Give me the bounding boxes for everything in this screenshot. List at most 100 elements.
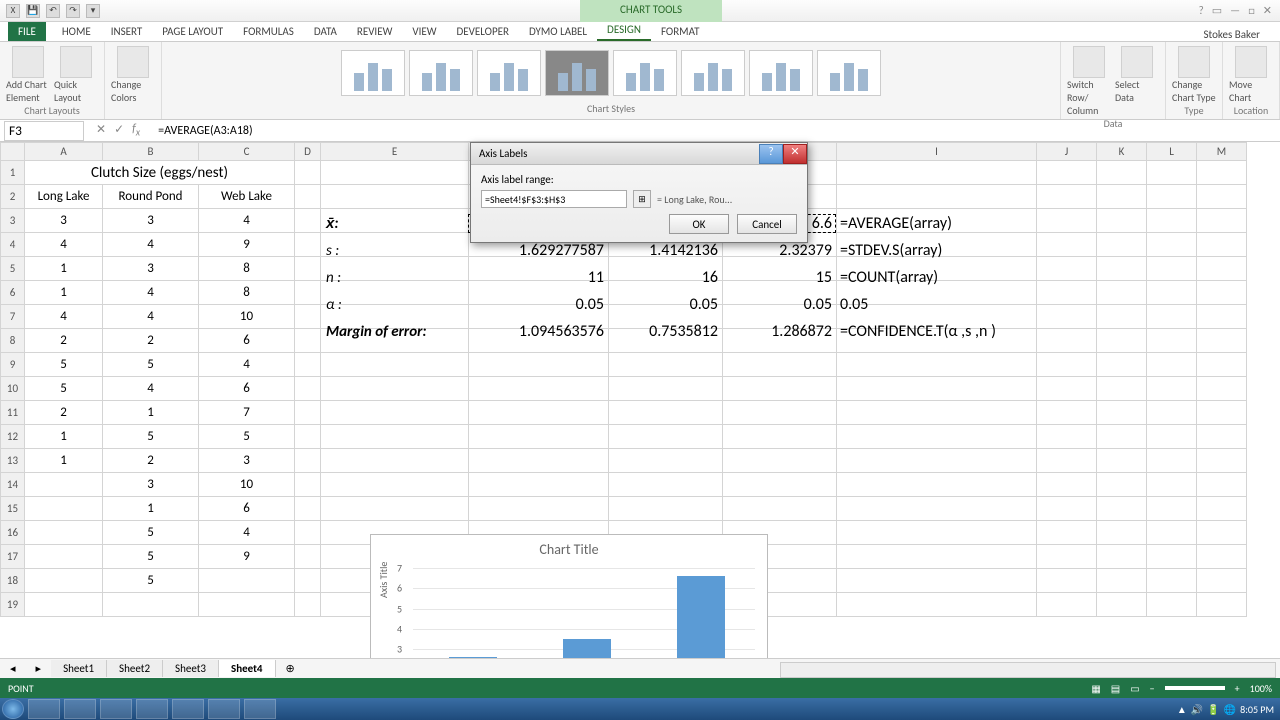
switch-row-column-button[interactable]: Switch Row/ Column — [1067, 46, 1111, 117]
taskbar-firefox-icon[interactable] — [100, 699, 132, 719]
cell[interactable]: 15 — [722, 268, 836, 287]
cell[interactable]: 5 — [103, 353, 199, 377]
cell[interactable]: 1 — [25, 425, 103, 449]
cell[interactable]: 4 — [103, 281, 199, 305]
minimize-icon[interactable]: — — [1230, 4, 1240, 17]
quick-layout-button[interactable]: Quick Layout — [54, 46, 98, 104]
row-header[interactable]: 17 — [1, 545, 25, 569]
tab-format[interactable]: FORMAT — [651, 22, 709, 41]
chart-style-thumb[interactable] — [681, 50, 745, 96]
cell[interactable]: 5 — [103, 569, 199, 593]
cancel-button[interactable]: Cancel — [737, 214, 797, 234]
tab-file[interactable]: FILE — [8, 22, 46, 41]
col-header[interactable]: J — [1037, 143, 1097, 161]
cell[interactable]: 4 — [199, 209, 295, 233]
cell[interactable]: 5 — [103, 521, 199, 545]
sheet-tab[interactable]: Sheet3 — [163, 660, 219, 677]
row-header[interactable]: 1 — [1, 161, 25, 185]
tab-scroll-left-icon[interactable]: ◂ — [0, 662, 26, 675]
tab-design[interactable]: DESIGN — [597, 20, 651, 41]
col-header[interactable]: I — [837, 143, 1037, 161]
cell[interactable]: 2 — [25, 401, 103, 425]
cell[interactable]: 7 — [199, 401, 295, 425]
cell[interactable]: 4 — [103, 377, 199, 401]
cell[interactable]: Web Lake — [199, 185, 295, 209]
row-header[interactable]: 7 — [1, 305, 25, 329]
tray-icon[interactable]: 🔊 — [1191, 703, 1203, 716]
row-header[interactable]: 16 — [1, 521, 25, 545]
cell[interactable]: 5 — [103, 425, 199, 449]
view-normal-icon[interactable]: ▦ — [1091, 682, 1100, 695]
cell[interactable]: =STDEV.S(array) — [836, 241, 1036, 260]
cell[interactable]: 0.05 — [468, 295, 608, 314]
taskbar-app-icon[interactable] — [172, 699, 204, 719]
cell[interactable] — [199, 569, 295, 593]
cell[interactable]: 1.629277587 — [468, 241, 608, 260]
cell[interactable]: 3 — [199, 449, 295, 473]
zoom-in-button[interactable]: + — [1235, 682, 1240, 695]
sheet-tab[interactable]: Sheet4 — [219, 660, 276, 677]
chart-styles-gallery[interactable] — [337, 46, 885, 100]
ribbon-options-icon[interactable]: ▭ — [1212, 4, 1222, 17]
taskbar-app-icon[interactable] — [244, 699, 276, 719]
tab-page-layout[interactable]: PAGE LAYOUT — [152, 22, 233, 41]
cell[interactable]: 10 — [199, 305, 295, 329]
cell[interactable]: 1 — [25, 257, 103, 281]
y-axis-title[interactable]: Axis Title — [377, 562, 390, 598]
maximize-icon[interactable]: □ — [1248, 4, 1255, 17]
cell[interactable]: 8 — [199, 257, 295, 281]
tray-icon[interactable]: 🔋 — [1207, 703, 1219, 716]
select-all-corner[interactable] — [1, 143, 25, 161]
move-chart-button[interactable]: Move Chart — [1229, 46, 1273, 104]
cell[interactable]: =AVERAGE(array) — [836, 214, 1036, 233]
row-header[interactable]: 4 — [1, 233, 25, 257]
taskbar-excel-icon[interactable] — [208, 699, 240, 719]
tab-formulas[interactable]: FORMULAS — [233, 22, 304, 41]
cell[interactable]: 1.094563576 — [468, 322, 608, 341]
cell[interactable]: 6 — [199, 329, 295, 353]
cell[interactable]: 11 — [468, 268, 608, 287]
cell[interactable]: 16 — [608, 268, 722, 287]
cell[interactable]: 10 — [199, 473, 295, 497]
col-header[interactable]: D — [295, 143, 321, 161]
view-page-break-icon[interactable]: ▭ — [1130, 682, 1139, 695]
cell[interactable]: 4 — [25, 233, 103, 257]
taskbar-media-icon[interactable] — [136, 699, 168, 719]
cell[interactable]: 5 — [199, 425, 295, 449]
cell[interactable]: 2 — [25, 329, 103, 353]
cell[interactable]: 4 — [103, 305, 199, 329]
save-icon[interactable]: 💾 — [26, 4, 40, 18]
cell[interactable]: 2.32379 — [722, 241, 836, 260]
sheet-tab[interactable]: Sheet1 — [51, 660, 107, 677]
cell[interactable]: =COUNT(array) — [836, 268, 1036, 287]
chart-style-thumb[interactable] — [613, 50, 677, 96]
zoom-slider[interactable] — [1165, 686, 1225, 690]
cell[interactable]: 3 — [25, 209, 103, 233]
tab-dymo[interactable]: DYMO Label — [519, 22, 597, 41]
cell[interactable]: 4 — [199, 521, 295, 545]
row-header[interactable]: 5 — [1, 257, 25, 281]
name-box[interactable] — [4, 121, 84, 141]
cell[interactable]: 0.05 — [722, 295, 836, 314]
cell[interactable]: 5 — [103, 545, 199, 569]
chart-style-thumb[interactable] — [817, 50, 881, 96]
cell[interactable]: 0.7535812 — [608, 322, 722, 341]
cell[interactable]: Clutch Size (eggs/nest) — [25, 161, 295, 185]
system-clock[interactable]: 8:05 PM — [1240, 703, 1274, 716]
row-header[interactable]: 6 — [1, 281, 25, 305]
chart-title[interactable]: Chart Title — [371, 535, 767, 558]
tab-data[interactable]: DATA — [304, 22, 347, 41]
cell[interactable]: 9 — [199, 545, 295, 569]
embedded-chart[interactable]: Chart Title Axis Title 01234567Long Lake… — [370, 534, 768, 662]
zoom-level[interactable]: 100% — [1250, 682, 1272, 695]
cell[interactable]: 4 — [103, 233, 199, 257]
cell[interactable] — [25, 569, 103, 593]
cell[interactable]: 4 — [25, 305, 103, 329]
cell[interactable]: Long Lake — [25, 185, 103, 209]
view-page-layout-icon[interactable]: ▤ — [1111, 682, 1120, 695]
formula-input[interactable]: =AVERAGE(A3:A18) — [152, 124, 1280, 138]
taskbar-explorer-icon[interactable] — [64, 699, 96, 719]
tab-review[interactable]: REVIEW — [347, 22, 403, 41]
cell[interactable]: 0.05 — [836, 295, 1036, 314]
undo-icon[interactable]: ↶ — [46, 4, 60, 18]
